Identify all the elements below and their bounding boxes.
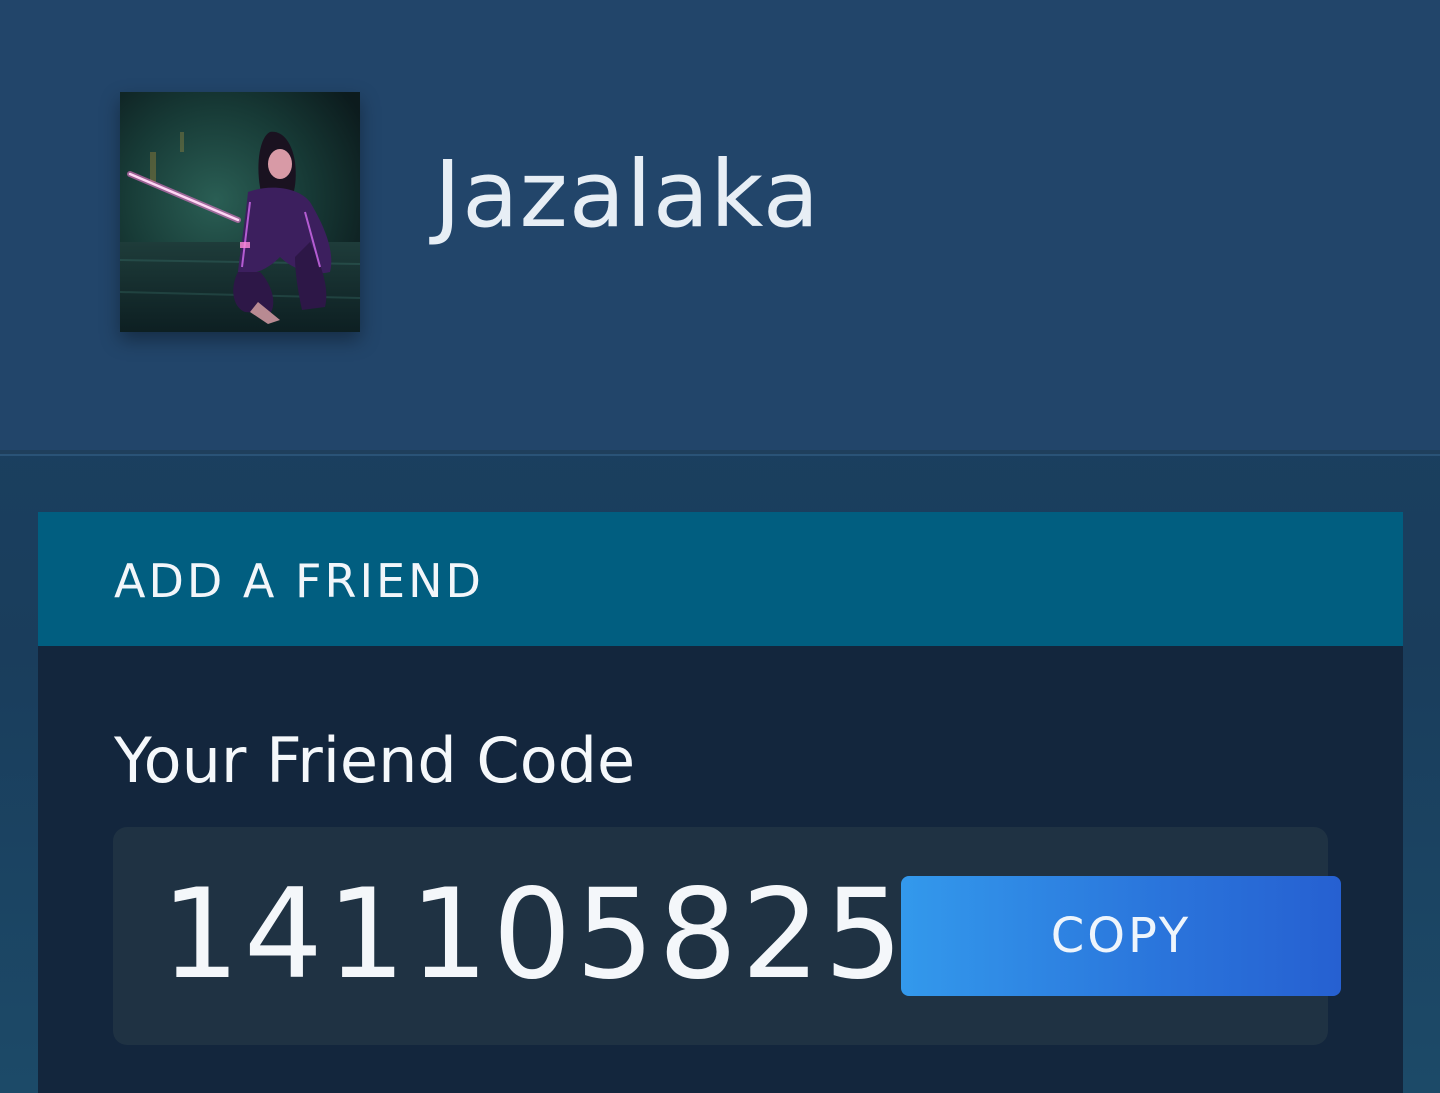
panel-title: ADD A FRIEND (114, 554, 484, 608)
copy-button[interactable]: COPY (901, 876, 1341, 996)
username: Jazalaka (434, 141, 821, 248)
profile-header: Jazalaka (0, 0, 1440, 454)
avatar[interactable] (120, 92, 360, 332)
add-friend-panel: ADD A FRIEND Your Friend Code 141105825 … (38, 512, 1403, 1093)
avatar-image-icon (120, 92, 360, 332)
friend-code-value[interactable]: 141105825 (161, 867, 907, 1003)
panel-header: ADD A FRIEND (38, 512, 1403, 646)
friend-code-label: Your Friend Code (114, 724, 636, 797)
